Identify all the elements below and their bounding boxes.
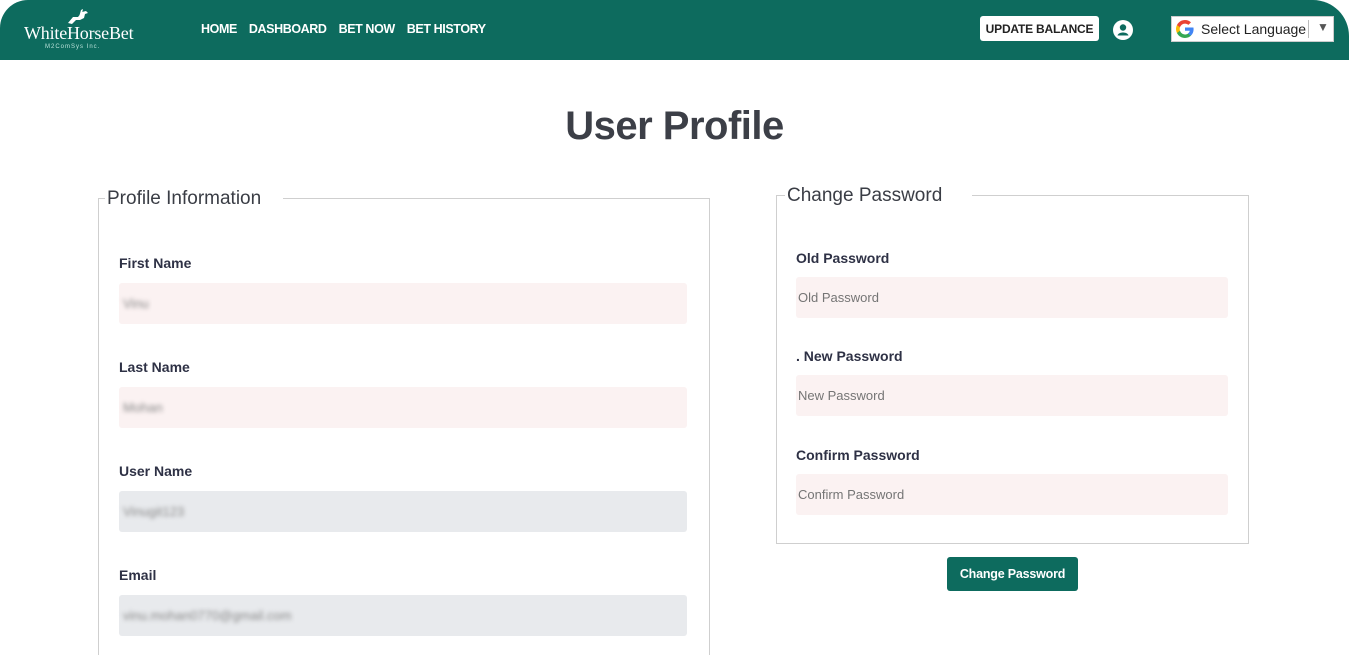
first-name-value: Vinu xyxy=(123,296,149,311)
google-g-icon xyxy=(1176,20,1194,38)
user-name-label: User Name xyxy=(119,463,193,479)
nav-bet-history[interactable]: BET HISTORY xyxy=(407,22,486,36)
new-password-label: . New Password xyxy=(796,348,903,364)
top-navbar: WhiteHorseBet M2ComSys Inc. HOME DASHBOA… xyxy=(0,0,1349,60)
user-name-value: Vinugit123 xyxy=(123,504,185,519)
last-name-value: Mohan xyxy=(123,400,163,415)
language-select[interactable]: Select Language ▼ xyxy=(1171,16,1334,42)
last-name-label: Last Name xyxy=(119,359,190,375)
logo[interactable]: WhiteHorseBet M2ComSys Inc. xyxy=(24,8,144,54)
profile-information-legend: Profile Information xyxy=(105,188,284,210)
email-label: Email xyxy=(119,567,157,583)
email-field: vinu.mohan0770@gmail.com xyxy=(119,595,687,636)
email-value: vinu.mohan0770@gmail.com xyxy=(123,608,292,623)
dropdown-arrow-icon: ▼ xyxy=(1317,20,1329,34)
logo-text: WhiteHorseBet xyxy=(24,23,134,43)
language-label: Select Language xyxy=(1201,21,1307,37)
change-password-button[interactable]: Change Password xyxy=(947,557,1078,591)
old-password-input[interactable] xyxy=(796,277,1228,318)
old-password-label: Old Password xyxy=(796,250,890,266)
user-account-icon[interactable] xyxy=(1113,20,1133,40)
nav-home[interactable]: HOME xyxy=(201,22,237,36)
main-nav: HOME DASHBOARD BET NOW BET HISTORY xyxy=(201,22,486,36)
nav-dashboard[interactable]: DASHBOARD xyxy=(249,22,327,36)
page-title: User Profile xyxy=(565,104,784,148)
confirm-password-input[interactable] xyxy=(796,474,1228,515)
language-divider xyxy=(1308,20,1309,38)
first-name-label: First Name xyxy=(119,255,192,271)
confirm-password-label: Confirm Password xyxy=(796,447,920,463)
logo-subtext: M2ComSys Inc. xyxy=(45,44,101,50)
user-name-field: Vinugit123 xyxy=(119,491,687,532)
nav-bet-now[interactable]: BET NOW xyxy=(339,22,396,36)
new-password-input[interactable] xyxy=(796,375,1228,416)
update-balance-button[interactable]: UPDATE BALANCE xyxy=(980,16,1099,41)
change-password-legend: Change Password xyxy=(785,185,973,207)
last-name-field[interactable]: Mohan xyxy=(119,387,687,428)
first-name-field[interactable]: Vinu xyxy=(119,283,687,324)
